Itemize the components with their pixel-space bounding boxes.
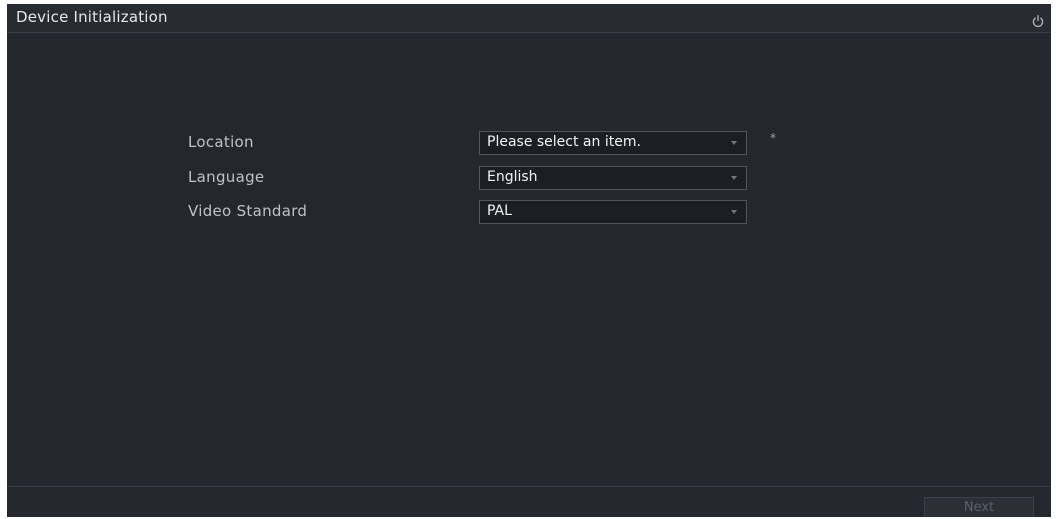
power-icon[interactable] bbox=[1031, 13, 1045, 28]
location-row: Location Please select an item. * bbox=[7, 131, 1051, 157]
location-select-value: Please select an item. bbox=[487, 134, 641, 150]
language-select[interactable]: English bbox=[479, 166, 747, 190]
video-standard-row: Video Standard PAL bbox=[7, 200, 1051, 226]
video-standard-label: Video Standard bbox=[188, 202, 308, 220]
chevron-down-icon bbox=[731, 176, 737, 180]
window-title: Device Initialization bbox=[16, 8, 168, 26]
device-initialization-window: Device Initialization Location Please se… bbox=[7, 4, 1051, 517]
video-standard-select[interactable]: PAL bbox=[479, 200, 747, 224]
title-bar: Device Initialization bbox=[7, 4, 1051, 33]
location-label: Location bbox=[188, 133, 254, 151]
footer-bar: Next bbox=[7, 486, 1051, 517]
video-standard-select-value: PAL bbox=[487, 203, 512, 219]
language-select-value: English bbox=[487, 169, 538, 185]
chevron-down-icon bbox=[731, 141, 737, 145]
chevron-down-icon bbox=[731, 210, 737, 214]
language-row: Language English bbox=[7, 166, 1051, 192]
location-select[interactable]: Please select an item. bbox=[479, 131, 747, 155]
next-button[interactable]: Next bbox=[924, 497, 1034, 517]
required-indicator: * bbox=[770, 131, 776, 145]
language-label: Language bbox=[188, 168, 265, 186]
